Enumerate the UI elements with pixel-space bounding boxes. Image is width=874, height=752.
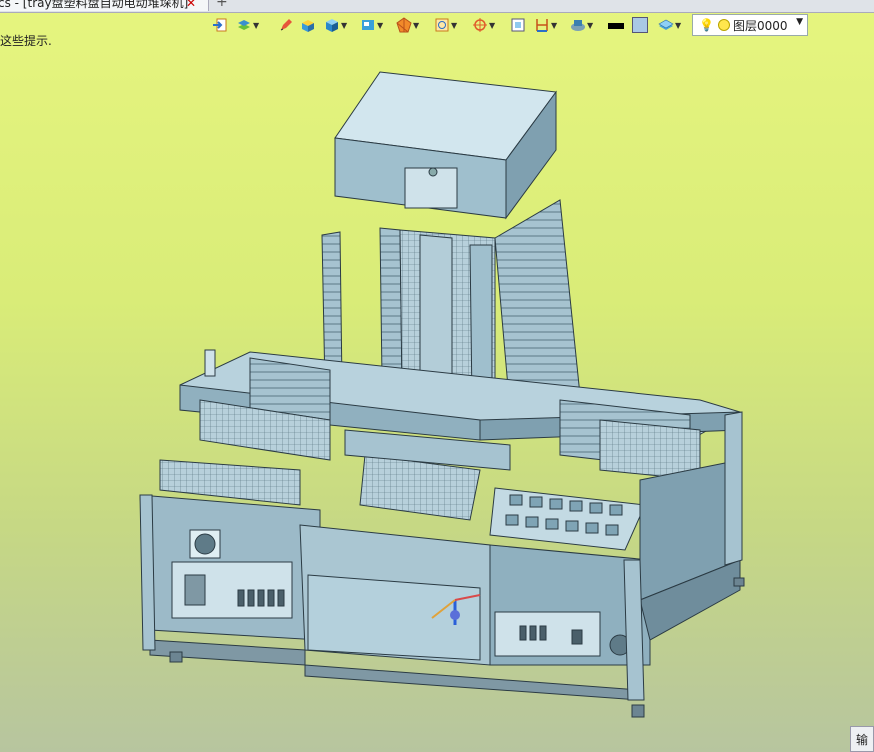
output-panel-button[interactable]: 输 (850, 726, 874, 752)
cad-model-viewport[interactable] (0, 0, 874, 752)
machine-frame-model (139, 71, 745, 718)
